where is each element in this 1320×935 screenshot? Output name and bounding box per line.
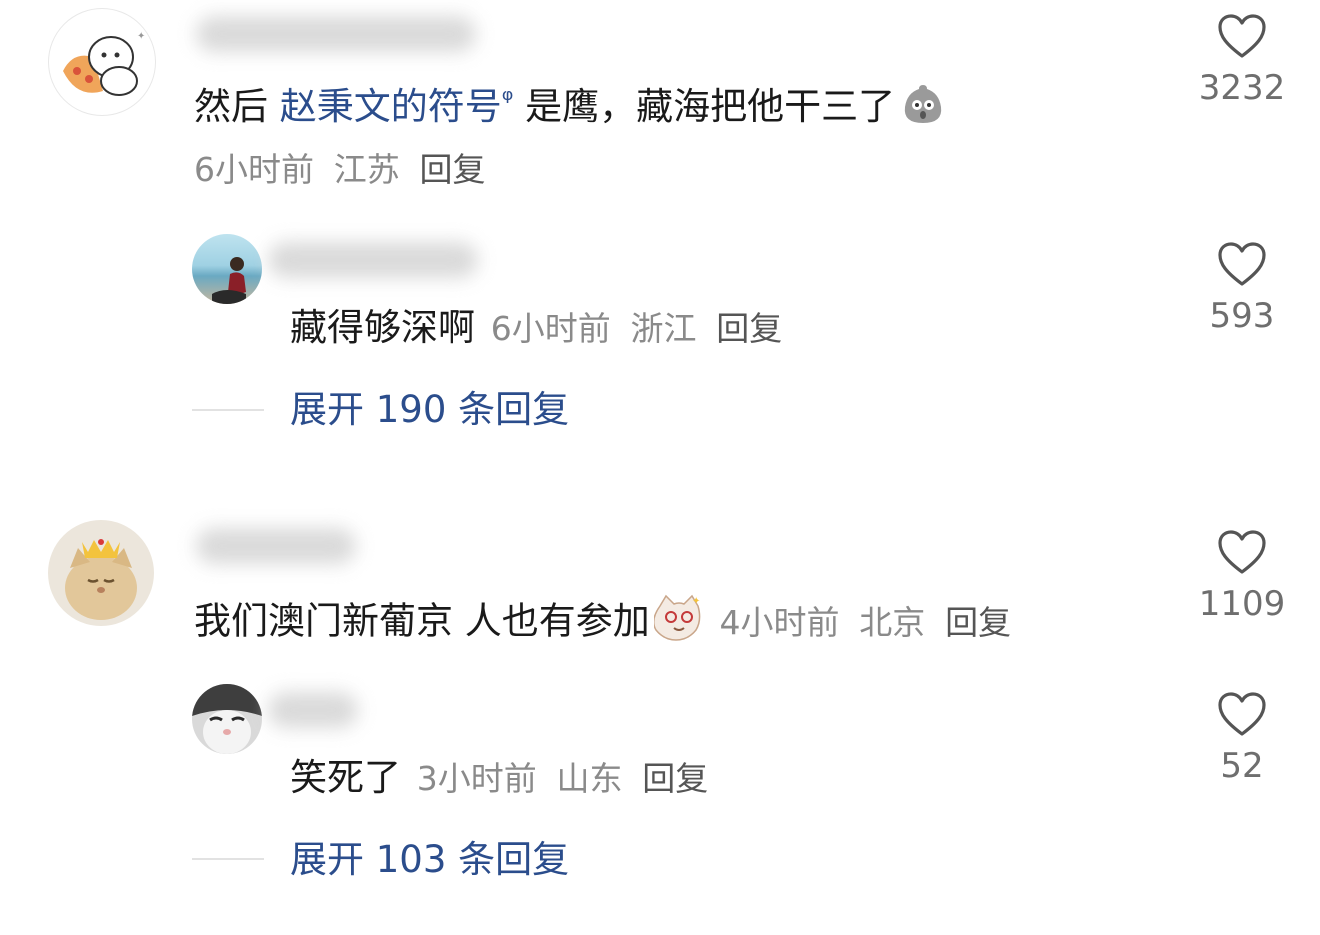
expand-divider	[192, 409, 264, 411]
reply-time: 3小时前	[416, 759, 537, 798]
expand-replies-button[interactable]: 展开 190 条回复	[290, 386, 569, 434]
reply-content: 笑死了	[290, 756, 401, 799]
like-count: 593	[1209, 296, 1275, 336]
comment-location: 江苏	[333, 150, 400, 189]
comment-content: 我们澳门新葡京 人也有参加	[194, 599, 650, 643]
comment-text-before: 然后	[194, 85, 280, 128]
reply-like-button[interactable]: 593	[1187, 240, 1297, 336]
search-link[interactable]: 赵秉文的符号	[280, 85, 502, 128]
comment-location: 北京	[859, 602, 926, 642]
avatar[interactable]: ✦	[48, 8, 156, 116]
cat-emoji: ✦	[652, 592, 704, 654]
reply-content: 藏得够深啊	[290, 306, 475, 349]
heart-icon[interactable]	[1216, 240, 1268, 288]
reply-location: 浙江	[630, 309, 697, 348]
like-count: 1109	[1198, 584, 1286, 624]
heart-icon[interactable]	[1216, 528, 1268, 576]
reply-text: 藏得够深啊 6小时前 浙江 回复	[290, 304, 782, 353]
reply-text: 笑死了 3小时前 山东 回复	[290, 754, 708, 803]
comment-text: 然后 赵秉文的符号ᵠ 是鹰，藏海把他干三了	[194, 76, 947, 139]
comment-time: 6小时前	[194, 150, 314, 189]
reply-location: 山东	[556, 759, 623, 798]
reply-avatar[interactable]	[192, 684, 262, 754]
reply-button[interactable]: 回复	[420, 150, 486, 189]
like-count: 52	[1220, 746, 1264, 786]
like-count: 3232	[1198, 68, 1286, 108]
reply-time: 6小时前	[490, 309, 611, 348]
reply-button[interactable]: 回复	[945, 603, 1011, 642]
reply-like-button[interactable]: 52	[1187, 690, 1297, 786]
reply-avatar[interactable]	[192, 234, 262, 304]
comment-time: 4小时前	[719, 602, 840, 642]
shocked-face-emoji	[899, 79, 947, 139]
reply-username-blurred[interactable]	[268, 242, 478, 278]
username-blurred[interactable]	[196, 16, 476, 52]
comment-meta: 6小时前 江苏 回复	[194, 145, 486, 194]
reply-username-blurred[interactable]	[268, 692, 358, 728]
expand-divider	[192, 858, 264, 860]
reply-button[interactable]: 回复	[642, 759, 708, 798]
like-button[interactable]: 3232	[1187, 12, 1297, 108]
avatar[interactable]	[48, 520, 154, 626]
search-icon[interactable]: ᵠ	[502, 83, 514, 116]
heart-icon[interactable]	[1216, 12, 1268, 60]
reply-button[interactable]: 回复	[716, 309, 782, 348]
comment-text: 我们澳门新葡京 人也有参加 ✦ 4小时前 北京 回复	[194, 592, 1011, 654]
svg-text:✦: ✦	[692, 596, 700, 607]
svg-text:✦: ✦	[137, 31, 145, 42]
username-blurred[interactable]	[196, 528, 356, 564]
expand-replies-button[interactable]: 展开 103 条回复	[290, 836, 569, 884]
comment-text-after: 是鹰，藏海把他干三了	[513, 85, 896, 128]
heart-icon[interactable]	[1216, 690, 1268, 738]
like-button[interactable]: 1109	[1187, 528, 1297, 624]
